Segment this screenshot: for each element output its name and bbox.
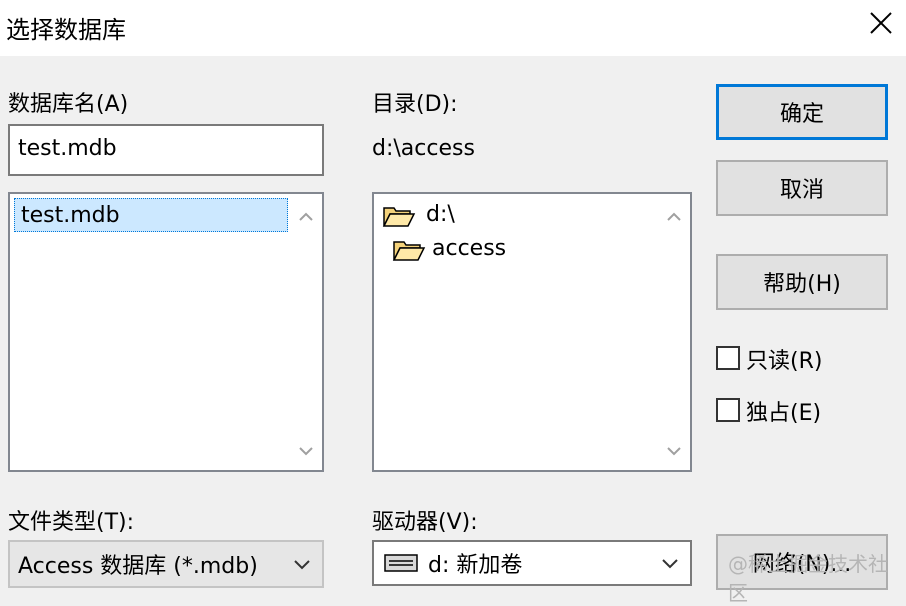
readonly-label: 只读(R): [746, 349, 823, 374]
open-folder-icon: [382, 207, 416, 227]
title-bar: [0, 0, 906, 56]
drive-select[interactable]: d: 新加卷: [372, 540, 692, 586]
open-folder-icon: [392, 241, 426, 261]
list-item-label: test.mdb: [21, 203, 120, 228]
dialog-title: 选择数据库: [6, 16, 126, 44]
scroll-up-icon[interactable]: [662, 206, 686, 226]
scroll-down-icon[interactable]: [662, 442, 686, 462]
tree-item-drive-root[interactable]: d:\: [382, 200, 602, 232]
drive-icon: [384, 554, 418, 572]
directory-label: 目录(D):: [372, 92, 458, 117]
current-directory-path: d:\access: [372, 136, 475, 161]
database-name-input[interactable]: test.mdb: [8, 124, 324, 176]
close-icon[interactable]: [866, 8, 896, 38]
help-button[interactable]: 帮助(H): [716, 254, 888, 310]
database-name-value: test.mdb: [18, 136, 117, 161]
ok-button[interactable]: 确定: [716, 84, 888, 140]
file-type-select[interactable]: Access 数据库 (*.mdb): [8, 540, 324, 588]
chevron-down-icon: [662, 559, 678, 569]
tree-item-access[interactable]: access: [392, 234, 612, 266]
chevron-down-icon: [294, 560, 310, 570]
watermark-text: @稀土掘金技术社区: [728, 552, 888, 605]
cancel-button[interactable]: 取消: [716, 160, 888, 216]
database-file-list[interactable]: test.mdb: [8, 192, 324, 472]
exclusive-label: 独占(E): [746, 401, 822, 426]
scroll-up-icon[interactable]: [294, 206, 318, 226]
tree-item-label: access: [432, 236, 507, 261]
file-type-value: Access 数据库 (*.mdb): [18, 554, 258, 579]
directory-tree[interactable]: d:\ access: [372, 192, 692, 472]
database-name-label: 数据库名(A): [8, 92, 129, 117]
drives-label: 驱动器(V):: [372, 510, 478, 535]
scroll-down-icon[interactable]: [294, 442, 318, 462]
file-type-label: 文件类型(T):: [8, 510, 135, 535]
readonly-checkbox[interactable]: [716, 346, 740, 370]
drive-value: d: 新加卷: [428, 553, 523, 578]
tree-item-label: d:\: [426, 202, 455, 227]
list-item[interactable]: test.mdb: [14, 198, 288, 232]
exclusive-checkbox[interactable]: [716, 398, 740, 422]
